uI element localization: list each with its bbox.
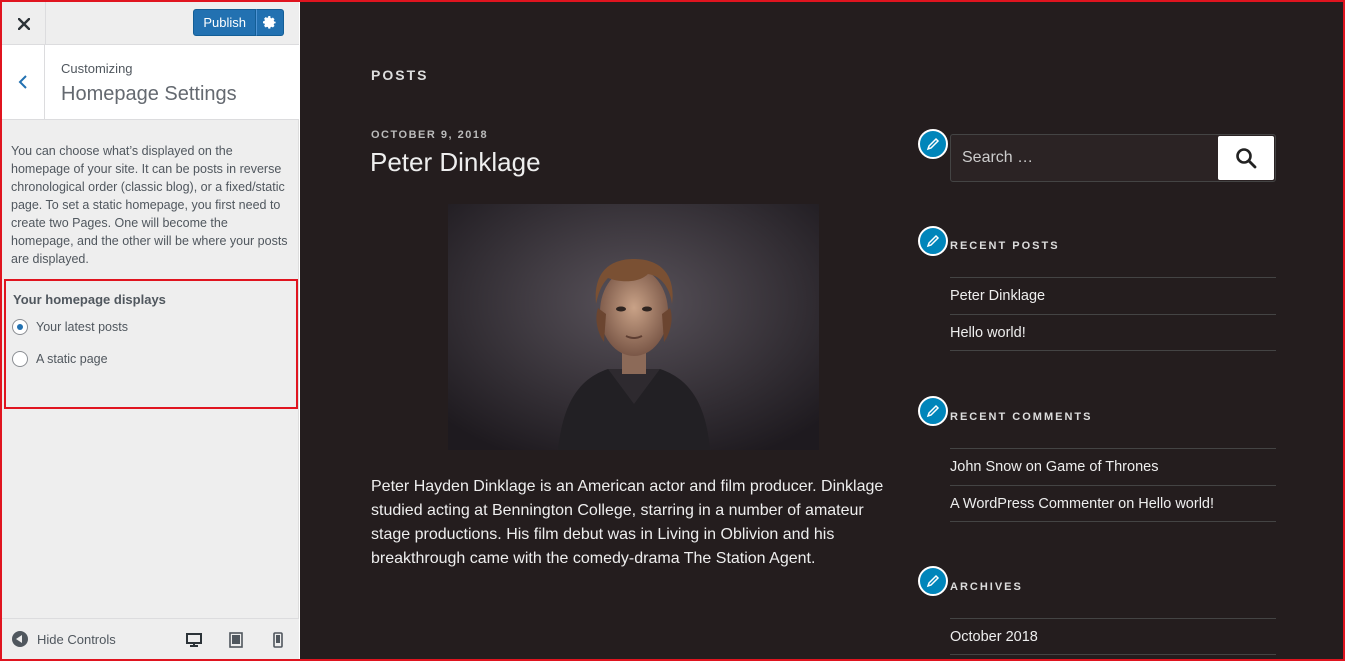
customizer-sidebar: Publish Customizing Homepage Settings Yo… — [2, 2, 299, 659]
post-date[interactable]: OCTOBER 9, 2018 — [371, 129, 488, 141]
comment-on-text: on — [1118, 495, 1135, 512]
edit-recent-comments-widget-button[interactable] — [918, 396, 948, 426]
page-title: POSTS — [371, 67, 429, 83]
radio-label: A static page — [36, 352, 108, 366]
recent-posts-title: RECENT POSTS — [950, 240, 1060, 252]
radio-button-checked[interactable] — [12, 319, 28, 335]
collapse-arrow-icon — [12, 631, 28, 647]
pencil-icon — [926, 137, 940, 151]
portrait-photo — [448, 204, 819, 450]
recent-post-link[interactable]: Peter Dinklage — [950, 277, 1276, 314]
comment-author: John Snow — [950, 459, 1022, 475]
recent-comments-list: John Snow on Game of Thrones A WordPress… — [950, 448, 1276, 522]
customizer-header: Publish — [2, 2, 299, 45]
pencil-icon — [926, 574, 940, 588]
post-featured-image[interactable] — [448, 204, 819, 450]
desktop-icon[interactable] — [186, 632, 202, 648]
homepage-displays-control: Your homepage displays Your latest posts… — [4, 279, 298, 409]
radio-label: Your latest posts — [36, 320, 128, 334]
customizing-label: Customizing — [61, 61, 133, 76]
comment-post-link[interactable]: Game of Thrones — [1046, 459, 1159, 475]
tablet-icon[interactable] — [228, 632, 244, 648]
recent-posts-list: Peter Dinklage Hello world! — [950, 277, 1276, 351]
comment-on-text: on — [1025, 459, 1042, 475]
search-icon — [1236, 148, 1257, 169]
mobile-icon[interactable] — [270, 632, 286, 648]
radio-button[interactable] — [12, 351, 28, 367]
homepage-displays-title: Your homepage displays — [13, 292, 166, 307]
publish-group: Publish — [193, 9, 284, 36]
post-title[interactable]: Peter Dinklage — [370, 147, 541, 178]
archive-link[interactable]: October 2018 — [950, 618, 1276, 655]
comment-author[interactable]: A WordPress Commenter — [950, 496, 1114, 512]
hide-controls-label: Hide Controls — [37, 631, 116, 647]
hide-controls-button[interactable]: Hide Controls — [12, 631, 116, 647]
edit-search-widget-button[interactable] — [918, 129, 948, 159]
back-button[interactable] — [2, 45, 45, 119]
comment-post-link[interactable]: Hello world! — [1138, 496, 1214, 512]
recent-comment-item: John Snow on Game of Thrones — [950, 448, 1276, 485]
customizer-footer: Hide Controls — [2, 618, 299, 659]
recent-comment-item: A WordPress Commenter on Hello world! — [950, 485, 1276, 522]
archives-list: October 2018 — [950, 618, 1276, 655]
radio-static-page[interactable]: A static page — [12, 351, 108, 367]
edit-recent-posts-widget-button[interactable] — [918, 226, 948, 256]
archives-title: ARCHIVES — [950, 581, 1023, 593]
gear-icon — [263, 15, 276, 29]
search-form — [950, 134, 1276, 182]
section-title-panel: Customizing Homepage Settings — [2, 45, 299, 120]
chevron-left-icon — [18, 75, 27, 89]
pencil-icon — [926, 404, 940, 418]
post-excerpt: Peter Hayden Dinklage is an American act… — [371, 478, 884, 567]
radio-latest-posts[interactable]: Your latest posts — [12, 319, 128, 335]
close-button[interactable] — [2, 2, 46, 45]
search-button[interactable] — [1218, 136, 1274, 180]
pencil-icon — [926, 234, 940, 248]
edit-archives-widget-button[interactable] — [918, 566, 948, 596]
section-title: Homepage Settings — [61, 83, 237, 105]
publish-button[interactable]: Publish — [193, 9, 256, 36]
section-description: You can choose what’s displayed on the h… — [11, 144, 288, 266]
recent-comments-title: RECENT COMMENTS — [950, 411, 1093, 423]
search-input[interactable] — [951, 135, 1217, 181]
publish-settings-button[interactable] — [256, 9, 284, 36]
close-icon — [17, 17, 30, 30]
site-preview: POSTS OCTOBER 9, 2018 Peter Dinklage Pet… — [300, 2, 1343, 659]
recent-post-link[interactable]: Hello world! — [950, 314, 1276, 351]
